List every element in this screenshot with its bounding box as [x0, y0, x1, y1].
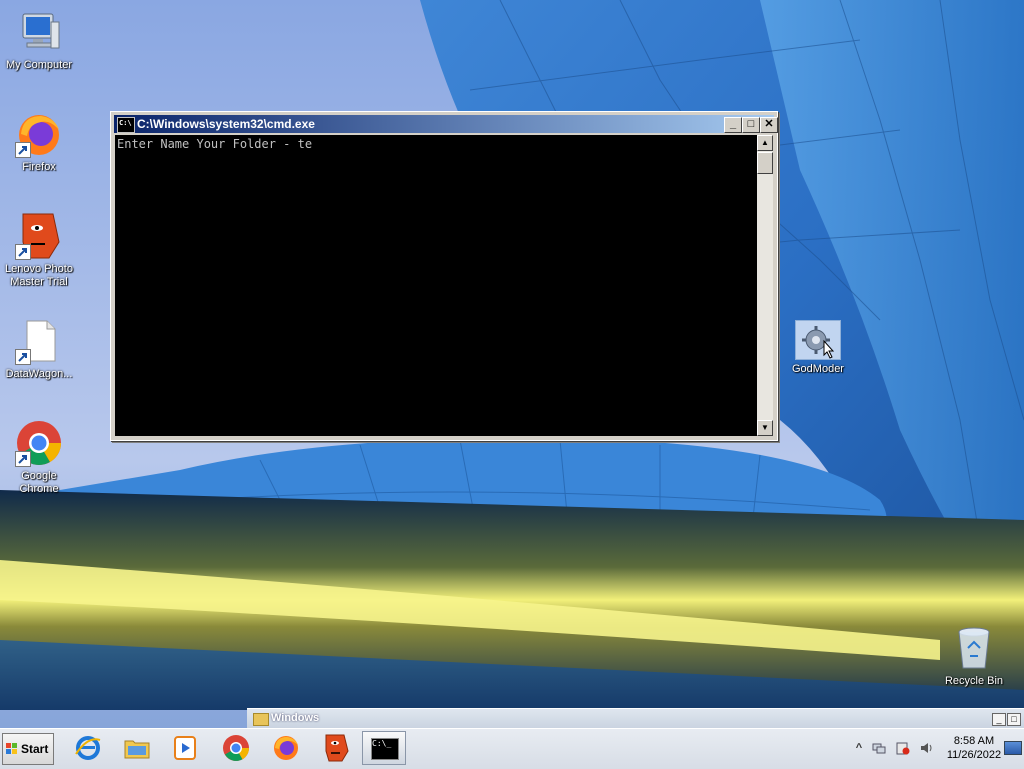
desktop-icon-label: My Computer: [5, 59, 73, 71]
desktop-icon-recycle-bin[interactable]: Recycle Bin: [936, 624, 1012, 688]
shortcut-arrow-icon: [15, 142, 31, 158]
maximize-button[interactable]: □: [742, 117, 760, 133]
desktop-icon-label: DataWagon...: [5, 368, 73, 380]
console-output[interactable]: Enter Name Your Folder - te: [115, 135, 757, 436]
clock-date: 11/26/2022: [946, 749, 1002, 761]
console-icon: C:\: [117, 117, 135, 133]
desktop-icon-lenovo-photo-master[interactable]: Lenovo Photo Master Trial: [1, 212, 77, 289]
network-icon[interactable]: [872, 741, 886, 755]
desktop-icon-firefox[interactable]: Firefox: [1, 110, 77, 174]
start-label: Start: [21, 742, 49, 756]
taskbar: Start C:\_ ^ 8:58 AM 11/26/2022: [0, 728, 1024, 769]
clock-time: 8:58 AM: [953, 735, 995, 747]
scroll-thumb[interactable]: [757, 152, 773, 174]
taskbar-item-firefox[interactable]: [264, 731, 308, 765]
window-title: C:\Windows\system32\cmd.exe: [137, 117, 315, 131]
chrome-icon: [15, 419, 63, 467]
desktop-icon-google-chrome[interactable]: Google Chrome: [1, 419, 77, 496]
cmd-title-bar[interactable]: C:\ C:\Windows\system32\cmd.exe _ □ ✕: [114, 115, 778, 133]
background-window-title: Windows: [271, 712, 320, 724]
desktop-icon-label: Firefox: [22, 161, 56, 173]
shortcut-arrow-icon: [15, 349, 31, 365]
lenovo-photo-master-icon: [15, 212, 63, 260]
desktop-icon-godmoder[interactable]: GodModer: [780, 320, 856, 376]
volume-icon[interactable]: [920, 741, 934, 755]
folder-icon: [253, 713, 269, 726]
vertical-scrollbar[interactable]: ▲ ▼: [757, 135, 773, 436]
taskbar-item-windows-explorer[interactable]: [115, 731, 159, 765]
show-desktop-button[interactable]: [1004, 741, 1022, 755]
settings-gear-icon: [795, 320, 841, 360]
scroll-up-button[interactable]: ▲: [757, 135, 773, 151]
windows-logo-icon: [6, 743, 18, 755]
computer-icon: [15, 8, 63, 56]
chrome-icon: [223, 735, 250, 761]
firefox-icon: [15, 110, 63, 158]
desktop-icon-label: Google Chrome: [19, 470, 59, 495]
taskbar-clock[interactable]: 8:58 AM 11/26/2022: [944, 734, 1004, 762]
desktop-icon-label: GodModer: [792, 363, 844, 375]
background-explorer-window[interactable]: Windows _ □: [247, 708, 1024, 729]
taskbar-item-lenovo-photo-master[interactable]: [314, 731, 358, 765]
minimize-button[interactable]: _: [992, 713, 1006, 726]
maximize-button[interactable]: □: [1007, 713, 1021, 726]
desktop-icon-label: Lenovo Photo Master Trial: [5, 263, 73, 288]
shortcut-arrow-icon: [15, 244, 31, 260]
folder-icon: [124, 740, 150, 759]
cmd-window[interactable]: C:\ C:\Windows\system32\cmd.exe _ □ ✕ En…: [110, 111, 778, 441]
scroll-down-button[interactable]: ▼: [757, 420, 773, 436]
shortcut-arrow-icon: [15, 451, 31, 467]
desktop-icon-datawagon[interactable]: DataWagon...: [1, 317, 77, 381]
close-button[interactable]: ✕: [760, 117, 778, 133]
desktop-icon-label: Recycle Bin: [944, 675, 1004, 687]
firefox-icon: [274, 736, 298, 760]
recycle-bin-icon: [950, 624, 998, 672]
console-icon: C:\_: [371, 738, 399, 760]
start-button[interactable]: Start: [2, 733, 54, 765]
document-icon: [15, 317, 63, 365]
taskbar-item-media-player[interactable]: [163, 731, 207, 765]
internet-explorer-icon: [75, 736, 101, 760]
show-hidden-icons-button[interactable]: ^: [852, 741, 866, 755]
media-player-icon: [174, 736, 196, 760]
taskbar-item-command-prompt[interactable]: C:\_: [362, 731, 406, 765]
taskbar-item-internet-explorer[interactable]: [66, 731, 110, 765]
action-center-warning-icon[interactable]: [896, 741, 910, 755]
desktop-icon-my-computer[interactable]: My Computer: [1, 8, 77, 72]
taskbar-item-google-chrome[interactable]: [214, 731, 258, 765]
lenovo-photo-master-icon: [325, 734, 349, 762]
minimize-button[interactable]: _: [724, 117, 742, 133]
